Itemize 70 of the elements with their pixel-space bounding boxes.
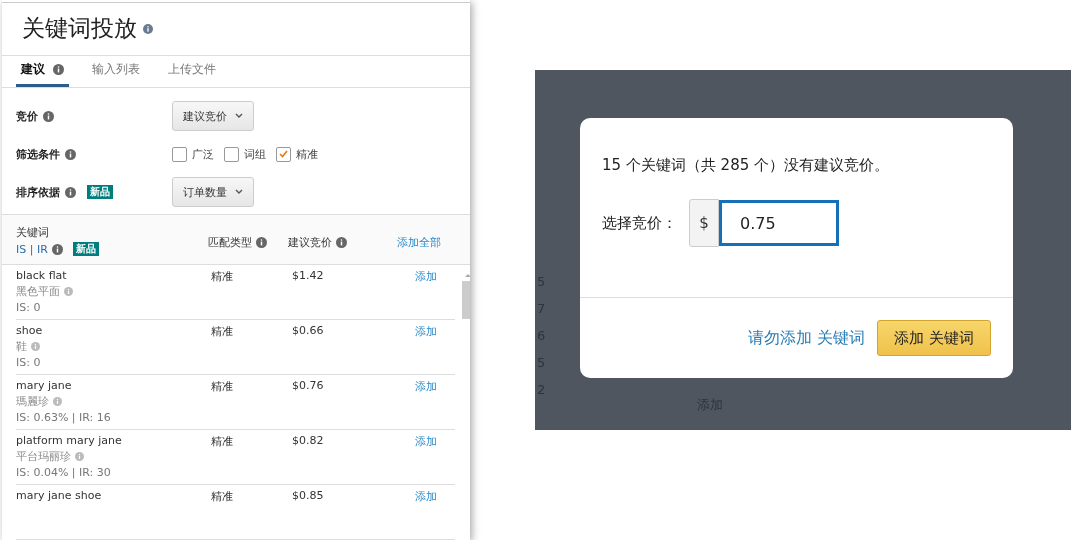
checkmark-icon bbox=[279, 150, 288, 158]
dropdown[interactable]: 建议竞价 bbox=[172, 101, 254, 131]
keyword-text: black flat bbox=[16, 269, 68, 282]
caret-icon bbox=[235, 113, 243, 119]
bid-label: 选择竞价： bbox=[602, 213, 677, 233]
panel-title: 关键词投放 bbox=[22, 14, 137, 44]
info-icon bbox=[335, 237, 347, 248]
new-badge: 新品 bbox=[87, 185, 113, 199]
info-icon bbox=[51, 243, 63, 255]
add-keywords-button[interactable]: 添加 关键词 bbox=[877, 320, 991, 356]
info-icon bbox=[75, 452, 84, 461]
keyword-text: shoe bbox=[16, 324, 44, 337]
info-icon bbox=[31, 342, 40, 351]
bid-amount: $0.85 bbox=[292, 489, 325, 502]
info-icon bbox=[53, 397, 62, 406]
caret-icon bbox=[235, 189, 243, 195]
add-all-link[interactable]: 添加全部 bbox=[396, 235, 441, 250]
checkbox[interactable] bbox=[276, 146, 291, 162]
bid-amount: $0.82 bbox=[292, 434, 325, 447]
setting-label: 排序依据 bbox=[16, 184, 60, 200]
checkbox-label: 精准 bbox=[296, 146, 318, 162]
translation-text: 瑪麗珍 bbox=[16, 394, 49, 409]
metrics-text: IS: 0 bbox=[16, 356, 42, 369]
info-icon bbox=[65, 186, 76, 198]
add-link[interactable]: 添加 bbox=[415, 489, 455, 504]
column-header: 关键词 bbox=[16, 225, 50, 240]
match-type: 精准 bbox=[211, 379, 234, 394]
add-link[interactable]: 添加 bbox=[415, 324, 455, 339]
add-link[interactable]: 添加 bbox=[415, 434, 455, 449]
match-type: 精准 bbox=[211, 434, 234, 449]
info-icon bbox=[64, 287, 73, 296]
translation-text: 鞋 bbox=[16, 339, 27, 354]
checkbox-label: 词组 bbox=[244, 146, 266, 162]
match-type: 精准 bbox=[211, 324, 234, 339]
column-header: 匹配类型 bbox=[207, 235, 252, 250]
bid-amount: $1.42 bbox=[292, 269, 325, 282]
checkbox[interactable] bbox=[224, 146, 239, 162]
metrics-text: IS: 0.04% | IR: 30 bbox=[16, 466, 112, 479]
tab[interactable]: 输入列表 bbox=[87, 55, 145, 87]
info-icon bbox=[143, 23, 153, 34]
translation-text: 黑色平面 bbox=[16, 284, 60, 299]
setting-label: 筛选条件 bbox=[16, 146, 60, 162]
match-type: 精准 bbox=[211, 269, 234, 284]
metrics-text: IS: 0.63% | IR: 16 bbox=[16, 411, 112, 424]
keyword-text: mary jane bbox=[16, 379, 73, 392]
column-header: 建议竞价 bbox=[287, 235, 332, 250]
keyword-text: mary jane shoe bbox=[16, 489, 103, 502]
add-link[interactable]: 添加 bbox=[415, 269, 455, 284]
bid-input[interactable]: 0.75 bbox=[719, 200, 839, 246]
column-subheader: IS | IR bbox=[16, 242, 48, 256]
tab[interactable]: 上传文件 bbox=[163, 55, 221, 87]
currency-addon: $ bbox=[689, 199, 719, 247]
add-link[interactable]: 添加 bbox=[415, 379, 455, 394]
match-type: 精准 bbox=[211, 489, 234, 504]
info-icon bbox=[43, 110, 54, 122]
bid-amount: $0.76 bbox=[292, 379, 325, 392]
checkbox-label: 广泛 bbox=[192, 146, 214, 162]
checkbox[interactable] bbox=[172, 146, 187, 162]
translation-text: 平台玛丽珍 bbox=[16, 449, 71, 464]
bid-amount: $0.66 bbox=[292, 324, 325, 337]
cancel-link[interactable]: 请勿添加 关键词 bbox=[748, 327, 866, 349]
setting-label: 竞价 bbox=[16, 108, 38, 124]
info-icon bbox=[65, 148, 76, 160]
keyword-text: platform mary jane bbox=[16, 434, 123, 447]
tab[interactable]: 建议 bbox=[16, 55, 69, 87]
new-badge: 新品 bbox=[72, 242, 99, 256]
dialog-message: 15 个关键词（共 285 个）没有建议竞价。 bbox=[602, 156, 891, 175]
dropdown[interactable]: 订单数量 bbox=[172, 177, 254, 207]
info-icon bbox=[255, 237, 267, 248]
metrics-text: IS: 0 bbox=[16, 301, 42, 314]
